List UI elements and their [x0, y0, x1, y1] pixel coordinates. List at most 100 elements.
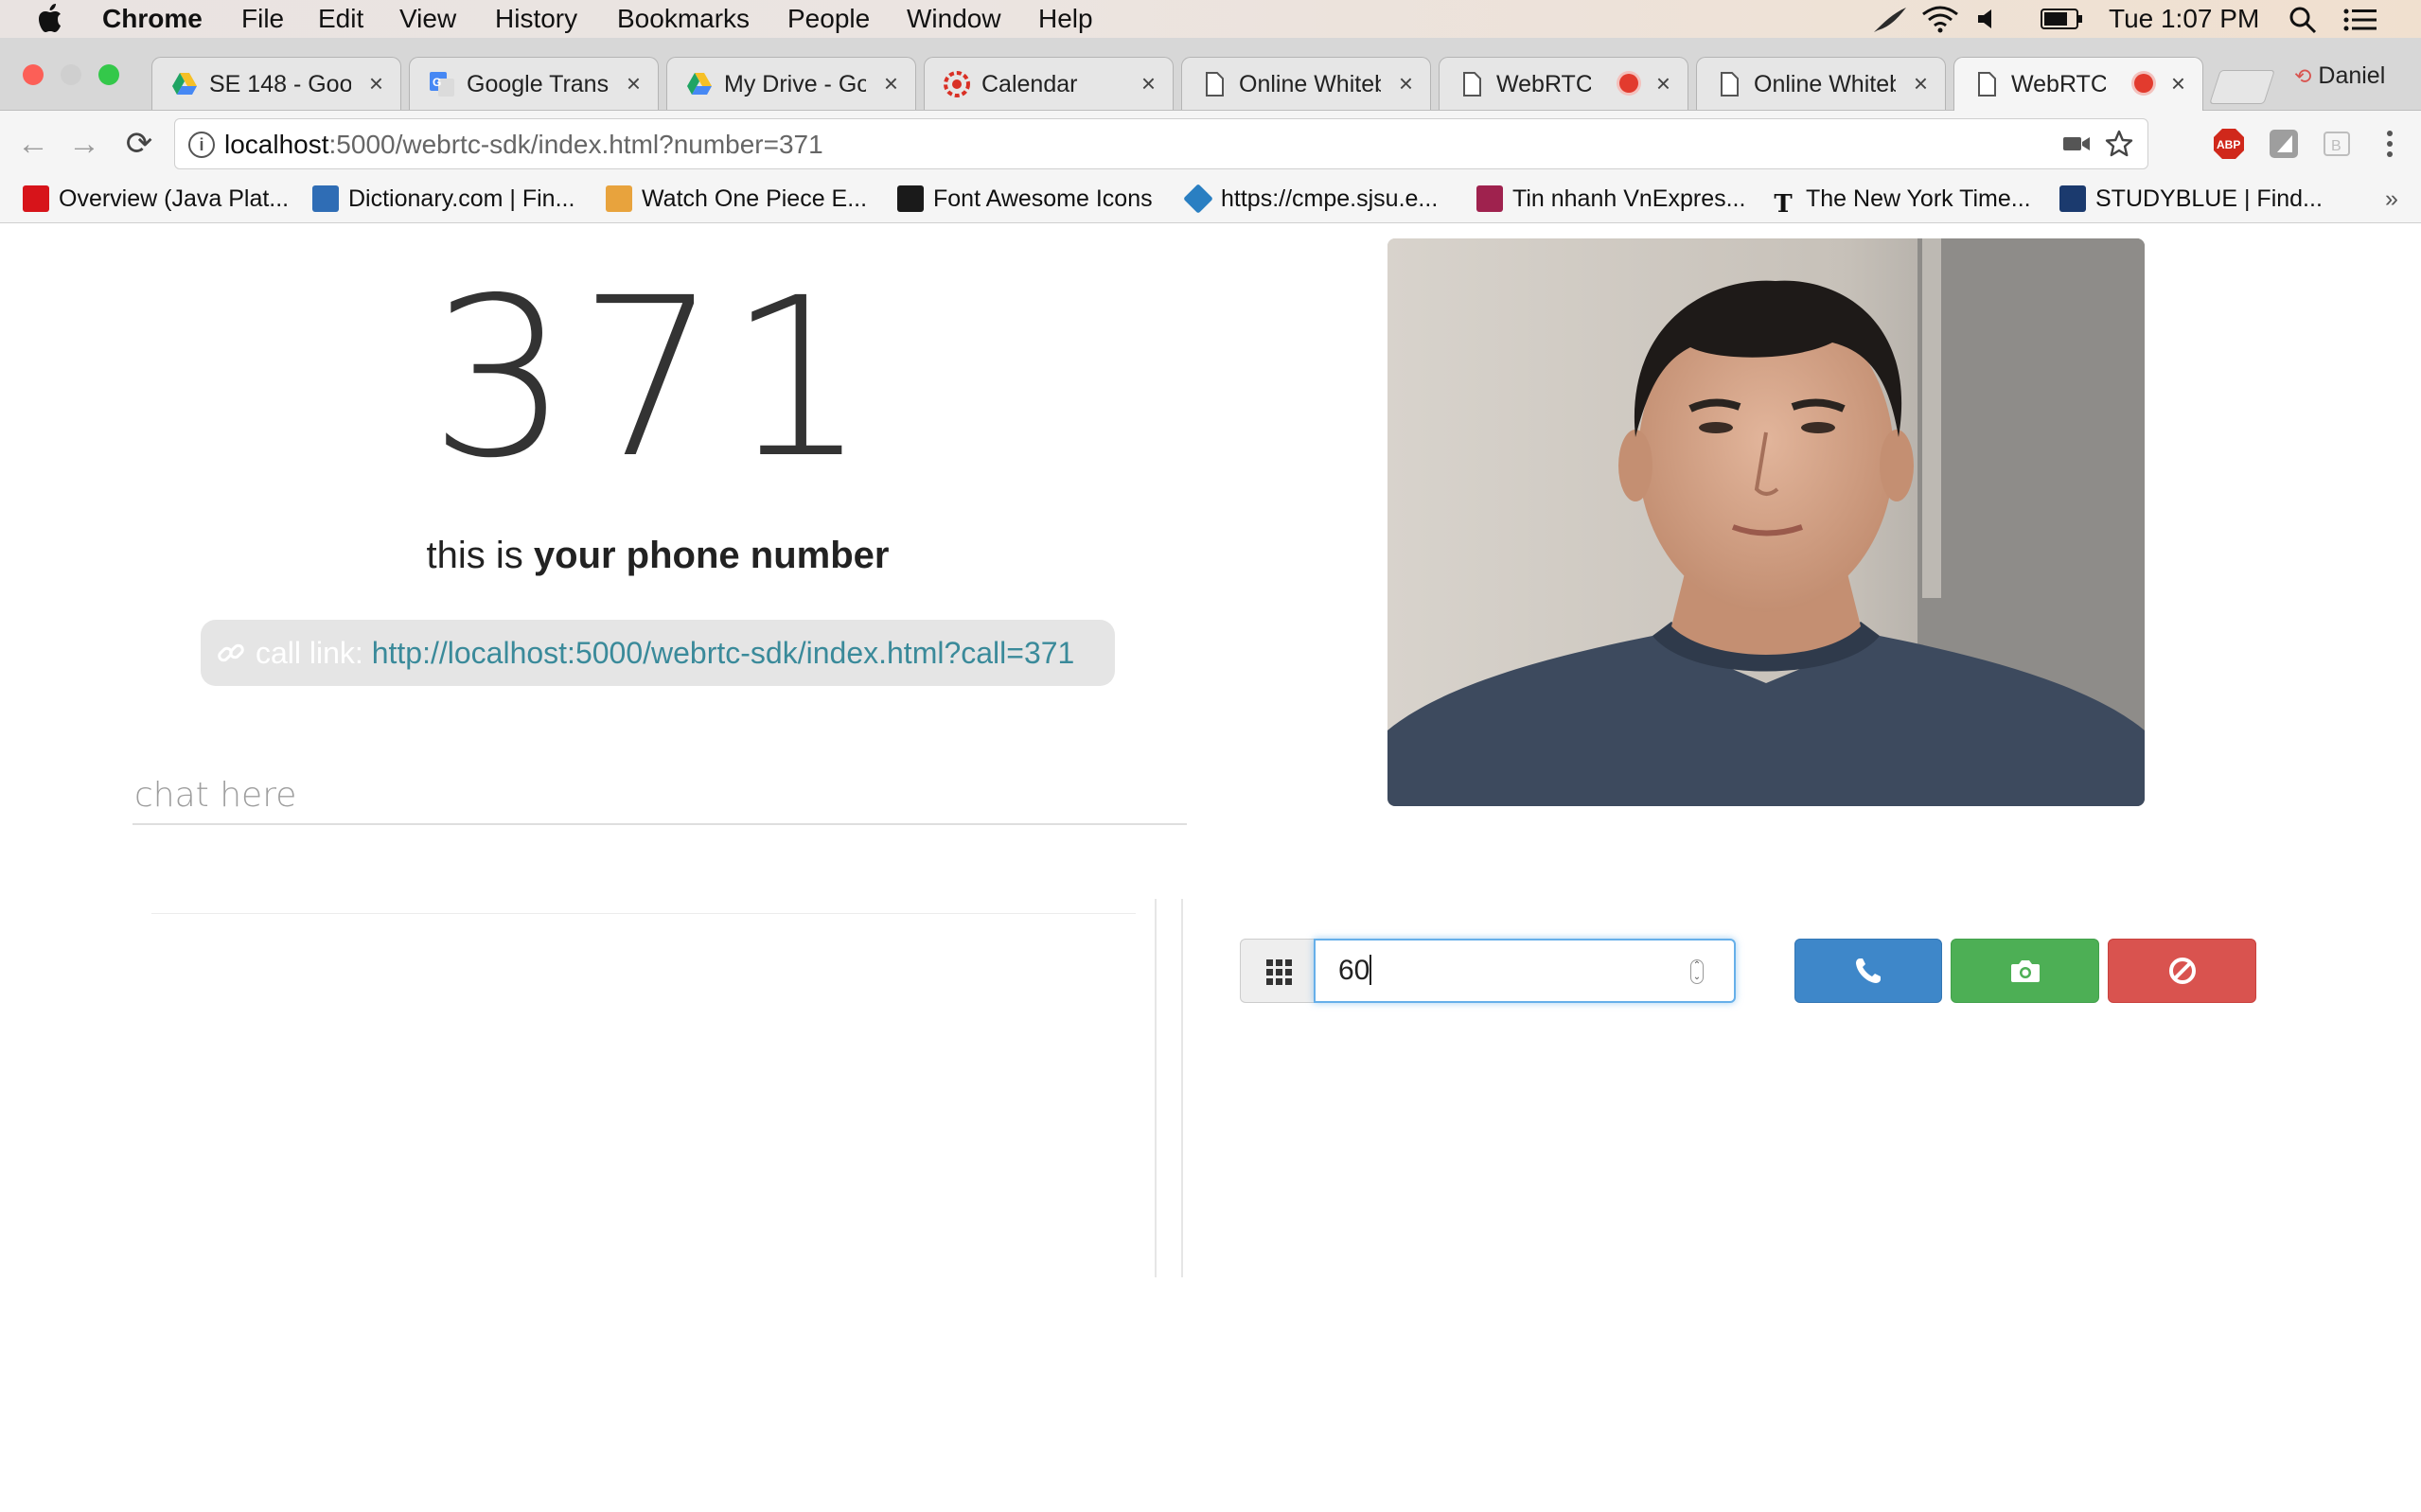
column-divider — [1155, 899, 1157, 1277]
recording-indicator-icon — [2134, 74, 2153, 93]
feather-icon[interactable] — [1870, 6, 1908, 34]
extension-b-icon[interactable]: B — [2321, 128, 2353, 160]
dictionary-icon — [312, 185, 339, 212]
tab-se148[interactable]: SE 148 - Goog × — [151, 57, 401, 110]
svg-text:ABP: ABP — [2217, 138, 2240, 151]
tab-google-translate[interactable]: G Google Transla × — [409, 57, 659, 110]
notification-center-icon[interactable] — [2343, 8, 2377, 32]
flag-icon — [897, 185, 924, 212]
bookmark-label: STUDYBLUE | Find... — [2095, 185, 2323, 212]
close-tab-icon[interactable]: × — [1914, 69, 1928, 97]
vnexpress-icon — [1476, 185, 1503, 212]
close-window-button[interactable] — [23, 64, 44, 85]
snapshot-button[interactable] — [1951, 939, 2099, 1003]
tab-calendar[interactable]: Calendar × — [924, 57, 1174, 110]
bookmark-label: Dictionary.com | Fin... — [348, 185, 575, 212]
close-tab-icon[interactable]: × — [627, 69, 641, 97]
minimize-window-button[interactable] — [61, 64, 81, 85]
call-button[interactable] — [1794, 939, 1942, 1003]
profile-name: Daniel — [2318, 62, 2386, 89]
chrome-menu-icon[interactable] — [2374, 128, 2406, 160]
bookmark-label: Watch One Piece E... — [642, 185, 868, 212]
bookmark-nytimes[interactable]: T The New York Time... — [1770, 185, 2031, 219]
profile-button[interactable]: ⟲ Daniel — [2294, 62, 2385, 90]
address-url[interactable]: localhost:5000/webrtc-sdk/index.html?num… — [224, 130, 823, 160]
close-tab-icon[interactable]: × — [369, 69, 383, 97]
menu-people[interactable]: People — [787, 4, 870, 34]
tab-my-drive[interactable]: My Drive - Goo × — [666, 57, 916, 110]
extension-icon[interactable] — [2268, 128, 2300, 160]
close-tab-icon[interactable]: × — [1399, 69, 1413, 97]
site-info-icon[interactable]: i — [188, 132, 215, 158]
svg-text:B: B — [2331, 138, 2341, 154]
close-tab-icon[interactable]: × — [1141, 69, 1156, 97]
tab-title: Google Transla — [467, 71, 609, 97]
close-tab-icon[interactable]: × — [884, 69, 898, 97]
sync-error-icon: ⟲ — [2294, 64, 2312, 88]
menu-help[interactable]: Help — [1038, 4, 1093, 34]
menu-bookmarks[interactable]: Bookmarks — [617, 4, 750, 34]
volume-icon[interactable] — [1976, 8, 2001, 30]
back-arrow-icon[interactable]: ← — [15, 126, 51, 162]
nytimes-icon: T — [1774, 190, 1793, 219]
call-link-box: call link: http://localhost:5000/webrtc-… — [201, 620, 1115, 686]
tab-title: Calendar — [981, 71, 1078, 97]
address-bar[interactable]: i localhost:5000/webrtc-sdk/index.html?n… — [174, 118, 2148, 169]
close-tab-icon[interactable]: × — [1656, 69, 1670, 97]
bookmark-cmpe-sjsu[interactable]: https://cmpe.sjsu.e... — [1183, 184, 1438, 214]
battery-icon[interactable] — [2041, 8, 2084, 30]
menu-clock[interactable]: Tue 1:07 PM — [2109, 4, 2259, 34]
spotlight-search-icon[interactable] — [2288, 6, 2317, 34]
adblock-plus-icon[interactable]: ABP — [2213, 128, 2245, 160]
camera-in-use-icon[interactable] — [2062, 134, 2091, 153]
bookmark-vnexpress[interactable]: Tin nhanh VnExpres... — [1476, 185, 1745, 213]
tab-title: Online Whiteb — [1754, 71, 1896, 97]
bookmark-label: The New York Time... — [1806, 185, 2031, 212]
phone-icon — [1856, 958, 1881, 983]
bookmark-star-icon[interactable] — [2104, 129, 2134, 159]
wifi-icon[interactable] — [1921, 5, 1959, 33]
google-translate-icon: G — [430, 72, 454, 97]
dial-number-input[interactable]: 60 — [1314, 939, 1736, 1003]
bookmark-one-piece[interactable]: Watch One Piece E... — [606, 185, 867, 213]
webcam-person-image — [1387, 238, 2145, 806]
bookmark-label: Font Awesome Icons — [933, 185, 1153, 212]
apple-logo-icon[interactable] — [38, 3, 62, 33]
bookmark-font-awesome[interactable]: Font Awesome Icons — [897, 185, 1153, 213]
page-icon — [1721, 72, 1739, 97]
text-cursor — [1370, 955, 1372, 985]
zoom-window-button[interactable] — [98, 64, 119, 85]
tab-title: WebRTC Si — [2011, 71, 2106, 97]
menu-window[interactable]: Window — [907, 4, 1001, 34]
reload-icon[interactable]: ⟳ — [121, 126, 157, 162]
close-tab-icon[interactable]: × — [2171, 69, 2185, 97]
chat-divider — [151, 913, 1136, 914]
calendar-icon — [944, 71, 970, 97]
caption-prefix: this is — [426, 535, 534, 576]
chat-input[interactable] — [133, 766, 1187, 825]
new-tab-button[interactable] — [2209, 70, 2275, 104]
hangup-button[interactable] — [2108, 939, 2256, 1003]
tab-webrtc-1[interactable]: WebRTC Si × — [1439, 57, 1688, 110]
forward-arrow-icon[interactable]: → — [66, 126, 102, 162]
tab-online-whiteboard-2[interactable]: Online Whiteb × — [1696, 57, 1946, 110]
recording-indicator-icon — [1619, 74, 1638, 93]
tab-webrtc-active[interactable]: WebRTC Si × — [1953, 57, 2203, 111]
bookmark-dictionary[interactable]: Dictionary.com | Fin... — [312, 185, 574, 213]
menu-history[interactable]: History — [495, 4, 577, 34]
menu-view[interactable]: View — [399, 4, 456, 34]
menu-file[interactable]: File — [241, 4, 284, 34]
google-drive-icon — [687, 73, 712, 95]
bookmark-java-overview[interactable]: Overview (Java Plat... — [23, 185, 289, 213]
bookmark-studyblue[interactable]: STUDYBLUE | Find... — [2059, 185, 2323, 213]
number-stepper[interactable]: ⌃ ⌄ — [1690, 959, 1704, 984]
link-icon — [218, 643, 244, 662]
menu-edit[interactable]: Edit — [318, 4, 363, 34]
dialpad-toggle-button[interactable] — [1240, 939, 1316, 1003]
call-link-url[interactable]: http://localhost:5000/webrtc-sdk/index.h… — [372, 636, 1075, 670]
bookmarks-overflow-icon[interactable]: » — [2385, 185, 2398, 213]
tab-online-whiteboard-1[interactable]: Online Whiteb × — [1181, 57, 1431, 110]
menu-app-chrome[interactable]: Chrome — [102, 4, 203, 34]
tab-title: SE 148 - Goog — [209, 71, 351, 97]
browser-toolbar: ← → ⟳ i localhost:5000/webrtc-sdk/index.… — [0, 111, 2421, 177]
